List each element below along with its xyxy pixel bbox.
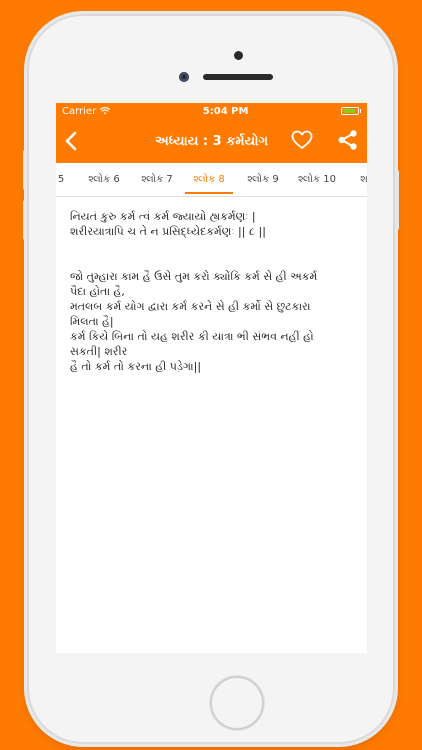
sanskrit-line: શરીરયાત્રાપિ ચ તે ન પ્રસિદ્ધ્યેદકર્મણઃ |… bbox=[70, 225, 266, 238]
meaning-line: હૈ તો કર્મ તો કરના હી પડ઼ેગા|| bbox=[70, 360, 202, 373]
status-time: 5:04 PM bbox=[202, 105, 249, 117]
front-sensor bbox=[234, 51, 243, 60]
verse-tabs: 5 શ્લોક 6 શ્લોક 7 શ્લોક 8 શ્લોક 9 શ્લોક … bbox=[56, 163, 367, 197]
status-bar: Carrier 5:04 PM bbox=[56, 103, 367, 119]
heart-icon bbox=[291, 130, 313, 149]
tab-verse-5[interactable]: 5 bbox=[56, 163, 68, 196]
page-title: અધ્યાય : 3 કર્મયોગ bbox=[155, 133, 268, 149]
earpiece-speaker bbox=[203, 74, 273, 80]
verse-content: નિયતં કુરુ કર્મ ત્વં કર્મ જ્યાયો હ્યકર્મ… bbox=[56, 197, 367, 374]
meaning-line: સકતી| શરીર bbox=[70, 345, 128, 358]
meaning-line: પૈદા હોતા હૈ, bbox=[70, 285, 125, 298]
app-screen: Carrier 5:04 PM અધ્યાય : 3 કર્મયોગ 5 શ્લ… bbox=[56, 103, 367, 653]
tab-verse-11[interactable]: શ bbox=[354, 163, 367, 196]
tab-verse-6[interactable]: શ્લોક 6 bbox=[82, 163, 126, 196]
meaning-line: કર્મ કિયે બિના તો યહ શરીર કી યાત્રા ભી સ… bbox=[70, 330, 314, 343]
sanskrit-line: નિયતં કુરુ કર્મ ત્વં કર્મ જ્યાયો હ્યકર્મ… bbox=[70, 210, 256, 223]
meaning-line: મિલતા હૈ| bbox=[70, 315, 114, 328]
sanskrit-verse: નિયતં કુરુ કર્મ ત્વં કર્મ જ્યાયો હ્યકર્મ… bbox=[70, 209, 353, 239]
battery-icon bbox=[341, 107, 361, 115]
verse-meaning: જો તુમ્હારા કામ હૈ ઉસે તુમ કરો ક્યોંકિ ક… bbox=[70, 269, 353, 374]
home-button[interactable] bbox=[210, 676, 264, 730]
meaning-line: મતલબ કર્મ યોગ દ્વારા કર્મ કરને સે હી કર્… bbox=[70, 300, 311, 313]
wifi-icon bbox=[100, 107, 111, 115]
carrier-label: Carrier bbox=[62, 105, 97, 117]
favorite-button[interactable] bbox=[291, 130, 313, 150]
volume-button bbox=[23, 200, 27, 240]
meaning-line: જો તુમ્હારા કામ હૈ ઉસે તુમ કરો ક્યોંકિ ક… bbox=[70, 270, 318, 283]
volume-button bbox=[23, 150, 27, 190]
front-camera bbox=[179, 72, 189, 82]
power-button bbox=[395, 170, 399, 230]
active-tab-indicator bbox=[185, 192, 233, 194]
tab-verse-9[interactable]: શ્લોક 9 bbox=[241, 163, 285, 196]
tab-verse-10[interactable]: શ્લોક 10 bbox=[292, 163, 342, 196]
tab-verse-7[interactable]: શ્લોક 7 bbox=[135, 163, 179, 196]
share-icon bbox=[338, 130, 357, 150]
navigation-bar: અધ્યાય : 3 કર્મયોગ bbox=[56, 119, 367, 163]
share-button[interactable] bbox=[337, 129, 359, 151]
